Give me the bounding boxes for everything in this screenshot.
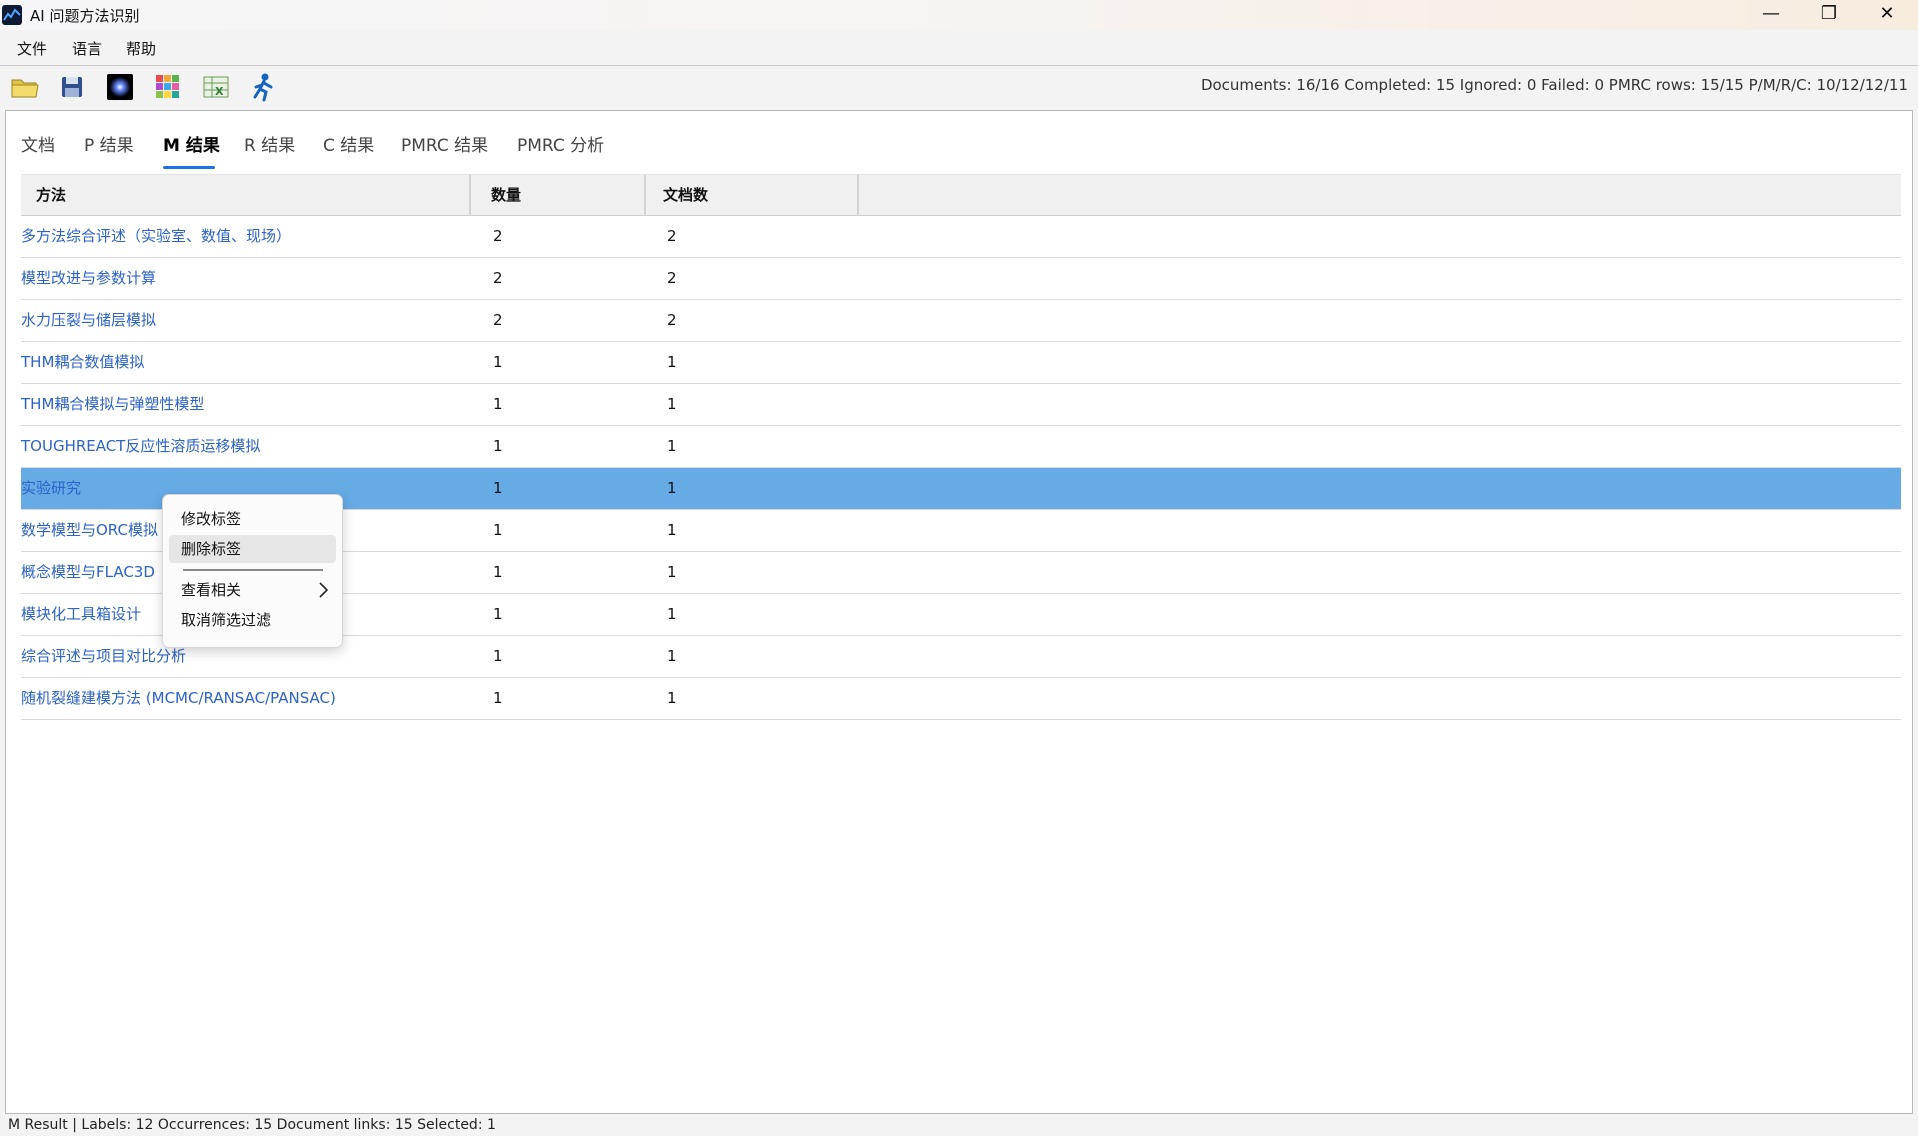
tab-pmrc-analysis[interactable]: PMRC 分析 [517, 131, 604, 156]
menu-item-label: 删除标签 [181, 540, 242, 558]
method-cell[interactable]: 数学模型与ORC模拟 [21, 510, 158, 551]
method-cell[interactable]: TOUGHREACT反应性溶质运移模拟 [21, 426, 260, 467]
menu-file[interactable]: 文件 [17, 38, 47, 59]
column-header-count[interactable]: 数量 [491, 175, 521, 215]
menu-separator [183, 569, 323, 571]
count-cell: 2 [493, 227, 503, 245]
excel-export-icon[interactable]: X [200, 71, 232, 103]
docs-cell: 1 [667, 437, 677, 455]
runner-icon[interactable] [248, 71, 280, 103]
docs-cell: 1 [667, 395, 677, 413]
method-cell[interactable]: 多方法综合评述（实验室、数值、现场） [21, 216, 291, 257]
tab-r-results[interactable]: R 结果 [244, 131, 295, 156]
menu-item-edit-label[interactable]: 修改标签 [169, 505, 336, 533]
docs-cell: 2 [667, 311, 677, 329]
docs-cell: 1 [667, 353, 677, 371]
count-cell: 1 [493, 395, 503, 413]
count-cell: 1 [493, 479, 503, 497]
table-row[interactable]: THM耦合数值模拟 1 1 [21, 342, 1901, 384]
method-cell[interactable]: THM耦合模拟与弹塑性模型 [21, 384, 204, 425]
column-divider[interactable] [857, 175, 859, 215]
count-cell: 1 [493, 437, 503, 455]
count-cell: 1 [493, 605, 503, 623]
tab-documents[interactable]: 文档 [21, 131, 55, 156]
open-folder-icon[interactable] [9, 71, 41, 103]
table-row[interactable]: 随机裂缝建模方法 (MCMC/RANSAC/PANSAC) 1 1 [21, 678, 1901, 720]
toolbar: X Documents: 16/16 Completed: 15 Ignored… [0, 66, 1918, 106]
docs-cell: 1 [667, 479, 677, 497]
docs-cell: 2 [667, 269, 677, 287]
active-tab-indicator [163, 166, 215, 169]
menu-item-label: 修改标签 [181, 510, 242, 528]
method-cell[interactable]: 实验研究 [21, 468, 81, 509]
status-text: M Result | Labels: 12 Occurrences: 15 Do… [8, 1117, 496, 1133]
table-row[interactable]: 模型改进与参数计算 2 2 [21, 258, 1901, 300]
svg-text:X: X [215, 85, 224, 98]
method-cell[interactable]: 随机裂缝建模方法 (MCMC/RANSAC/PANSAC) [21, 678, 336, 719]
docs-cell: 1 [667, 563, 677, 581]
column-divider[interactable] [644, 175, 646, 215]
context-menu: 修改标签 删除标签 查看相关 取消筛选过滤 [162, 494, 343, 648]
docs-cell: 1 [667, 689, 677, 707]
menu-item-delete-label[interactable]: 删除标签 [169, 535, 336, 563]
docs-cell: 1 [667, 647, 677, 665]
maximize-button[interactable]: ❐ [1800, 0, 1858, 30]
count-cell: 1 [493, 521, 503, 539]
tab-m-results[interactable]: M 结果 [163, 131, 220, 156]
dark-sphere-icon[interactable] [104, 71, 136, 103]
docs-cell: 1 [667, 521, 677, 539]
method-cell[interactable]: 模型改进与参数计算 [21, 258, 156, 299]
status-bar: M Result | Labels: 12 Occurrences: 15 Do… [0, 1114, 1918, 1136]
table-header: 方法 数量 文档数 [21, 174, 1901, 216]
table-row[interactable]: 水力压裂与储层模拟 2 2 [21, 300, 1901, 342]
count-cell: 2 [493, 269, 503, 287]
method-cell[interactable]: 模块化工具箱设计 [21, 594, 141, 635]
title-bar: AI 问题方法识别 — ❐ ✕ [0, 0, 1918, 30]
color-grid-icon[interactable] [152, 71, 184, 103]
table-row[interactable]: 多方法综合评述（实验室、数值、现场） 2 2 [21, 216, 1901, 258]
document-stats: Documents: 16/16 Completed: 15 Ignored: … [1200, 76, 1908, 94]
close-button[interactable]: ✕ [1858, 0, 1916, 30]
count-cell: 1 [493, 353, 503, 371]
tab-pmrc-results[interactable]: PMRC 结果 [401, 131, 488, 156]
table-row[interactable]: THM耦合模拟与弹塑性模型 1 1 [21, 384, 1901, 426]
method-cell[interactable]: 概念模型与FLAC3D [21, 552, 155, 593]
column-header-method[interactable]: 方法 [36, 175, 66, 215]
count-cell: 2 [493, 311, 503, 329]
menu-bar: 文件 语言 帮助 [0, 32, 1918, 64]
count-cell: 1 [493, 647, 503, 665]
count-cell: 1 [493, 689, 503, 707]
column-header-docs[interactable]: 文档数 [663, 175, 708, 215]
method-cell[interactable]: 水力压裂与储层模拟 [21, 300, 156, 341]
menu-item-label: 查看相关 [181, 581, 242, 599]
menu-language[interactable]: 语言 [72, 38, 102, 59]
column-divider[interactable] [469, 175, 471, 215]
docs-cell: 2 [667, 227, 677, 245]
minimize-button[interactable]: — [1742, 0, 1800, 30]
tab-c-results[interactable]: C 结果 [323, 131, 374, 156]
save-icon[interactable] [56, 71, 88, 103]
menu-item-view-related[interactable]: 查看相关 [169, 576, 336, 604]
menu-item-clear-filter[interactable]: 取消筛选过滤 [169, 606, 336, 634]
chevron-right-icon [319, 582, 328, 598]
method-cell[interactable]: THM耦合数值模拟 [21, 342, 144, 383]
docs-cell: 1 [667, 605, 677, 623]
table-row[interactable]: TOUGHREACT反应性溶质运移模拟 1 1 [21, 426, 1901, 468]
menu-help[interactable]: 帮助 [126, 38, 156, 59]
tab-p-results[interactable]: P 结果 [84, 131, 134, 156]
app-logo-icon [2, 5, 22, 25]
tab-bar: 文档 P 结果 M 结果 R 结果 C 结果 PMRC 结果 PMRC 分析 [6, 111, 1912, 171]
window-title: AI 问题方法识别 [30, 7, 140, 25]
count-cell: 1 [493, 563, 503, 581]
menu-item-label: 取消筛选过滤 [181, 611, 272, 629]
